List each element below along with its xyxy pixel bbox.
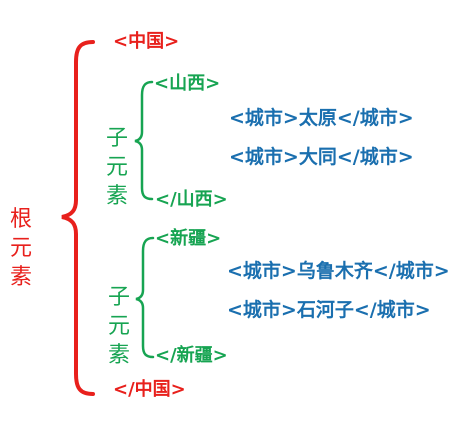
child-label-xinjiang: 子元素	[107, 285, 130, 368]
xml-tree-diagram: 根元素 <中国> </中国> 子元素 <山西> </山西> <城市>太原</城市…	[0, 0, 465, 431]
city-element: <城市>石河子</城市>	[227, 299, 431, 321]
brackets-layer	[61, 40, 155, 396]
root-close-tag: </中国>	[113, 379, 186, 400]
child-brace-shanxi	[134, 80, 154, 201]
child-open-tag-shanxi: <山西>	[154, 73, 221, 94]
child-open-tag-xinjiang: <新疆>	[155, 228, 222, 249]
child-close-tag-xinjiang: </新疆>	[155, 345, 228, 366]
child-brace-xinjiang	[135, 236, 155, 359]
root-label: 根元素	[9, 207, 32, 290]
child-label-shanxi: 子元素	[105, 126, 128, 209]
child-close-tag-shanxi: </山西>	[155, 189, 228, 210]
city-element: <城市>乌鲁木齐</城市>	[227, 260, 450, 282]
city-element: <城市>太原</城市>	[229, 107, 414, 129]
city-element: <城市>大同</城市>	[229, 146, 414, 168]
root-open-tag: <中国>	[113, 31, 180, 52]
root-brace	[61, 40, 95, 396]
